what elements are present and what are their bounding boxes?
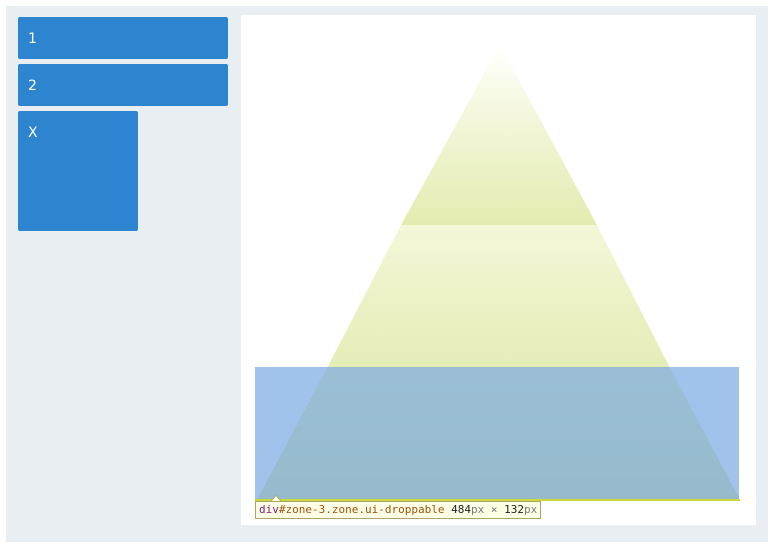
pyramid-stage: div#zone-3.zone.ui-droppable 484px × 132… [241, 15, 756, 525]
tooltip-tag: div [259, 503, 279, 516]
pyramid-tier-middle[interactable] [327, 225, 670, 368]
draggable-item-label: 2 [28, 78, 37, 94]
tooltip-width-value: 484 [451, 503, 471, 516]
draggable-item-x[interactable]: X [18, 111, 138, 231]
tooltip-selector: #zone-3.zone.ui-droppable [278, 503, 445, 516]
tooltip-height-unit: px [523, 503, 538, 516]
draggable-item-1[interactable]: 1 [18, 17, 228, 59]
inspector-tooltip: div#zone-3.zone.ui-droppable 484px × 132… [255, 501, 542, 519]
tooltip-height-value: 132 [504, 503, 524, 516]
tooltip-width-unit: px [470, 503, 485, 516]
draggable-item-2[interactable]: 2 [18, 64, 228, 106]
draggable-item-label: X [28, 125, 38, 141]
tooltip-times: × [490, 503, 498, 516]
draggable-item-label: 1 [28, 31, 37, 47]
drop-zone-3-highlight[interactable] [255, 367, 739, 499]
pyramid-tier-top[interactable] [401, 45, 597, 225]
